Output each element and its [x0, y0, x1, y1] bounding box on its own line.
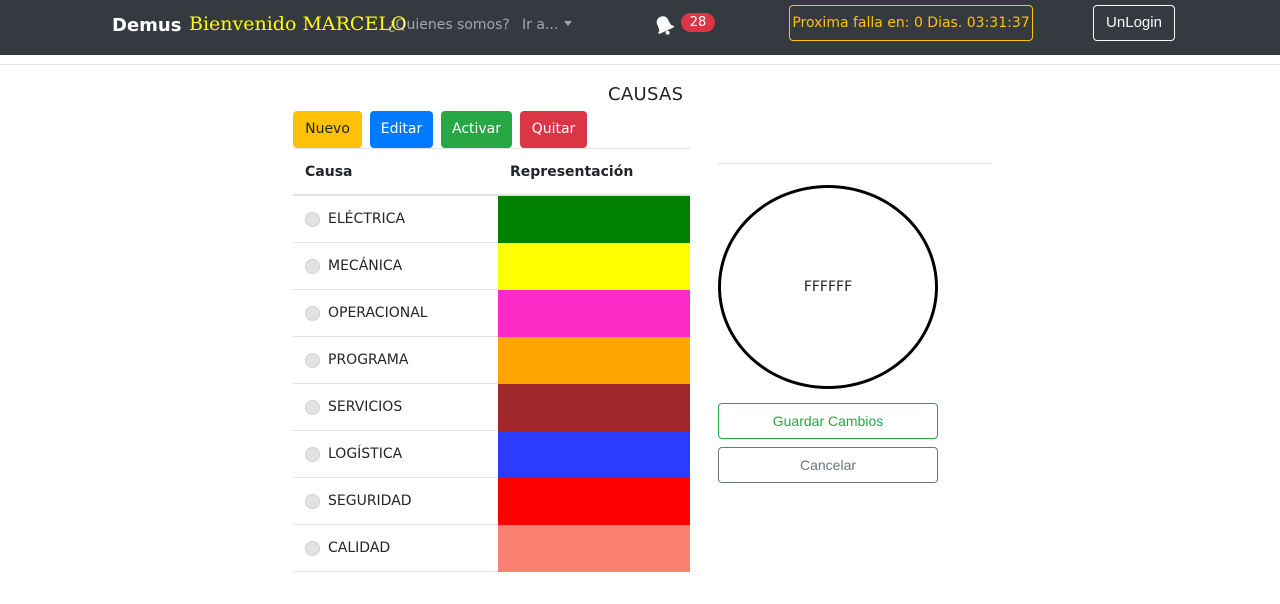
new-button[interactable]: Nuevo [293, 111, 362, 148]
goto-dropdown-label: Ir a... [522, 17, 559, 33]
about-link[interactable]: ¿Quienes somos? [388, 17, 510, 33]
column-header-representation: Representación [510, 164, 634, 180]
cause-name: PROGRAMA [328, 352, 409, 368]
cause-name: SERVICIOS [328, 399, 403, 415]
activate-button[interactable]: Activar [441, 111, 512, 148]
table-row[interactable]: SEGURIDAD [293, 478, 690, 525]
save-changes-button[interactable]: Guardar Cambios [718, 403, 938, 439]
table-row[interactable]: CALIDAD [293, 525, 690, 572]
table-row[interactable]: MECÁNICA [293, 243, 690, 290]
row-radio[interactable] [305, 353, 320, 368]
goto-dropdown[interactable]: Ir a... [522, 17, 573, 33]
remove-button[interactable]: Quitar [520, 111, 587, 148]
table-row[interactable]: OPERACIONAL [293, 290, 690, 337]
row-radio[interactable] [305, 494, 320, 509]
table-header: Causa Representación [293, 148, 690, 196]
table-row[interactable]: LOGÍSTICA [293, 431, 690, 478]
table-row[interactable]: PROGRAMA [293, 337, 690, 384]
color-swatch [498, 243, 690, 290]
color-swatch [498, 525, 690, 572]
cause-name: OPERACIONAL [328, 305, 428, 321]
header-divider [0, 64, 1280, 65]
color-swatch [498, 290, 690, 337]
bell-icon[interactable] [651, 12, 677, 38]
cause-name: LOGÍSTICA [328, 446, 403, 462]
cause-name: SEGURIDAD [328, 493, 412, 509]
row-radio[interactable] [305, 212, 320, 227]
table-row[interactable]: SERVICIOS [293, 384, 690, 431]
color-swatch [498, 431, 690, 478]
cause-name: ELÉCTRICA [328, 211, 406, 227]
panel-divider [718, 163, 992, 164]
welcome-message: Bienvenido MARCELO [189, 13, 407, 35]
cause-name: CALIDAD [328, 540, 391, 556]
color-swatch [498, 384, 690, 431]
row-radio[interactable] [305, 306, 320, 321]
next-failure-countdown: Proxima falla en: 0 Dias. 03:31:37 [789, 5, 1033, 41]
logout-button[interactable]: UnLogin [1093, 5, 1175, 41]
color-swatch [498, 196, 690, 243]
caret-down-icon [564, 21, 573, 26]
color-preview-circle[interactable]: FFFFFF [718, 185, 938, 389]
color-swatch [498, 478, 690, 525]
edit-button[interactable]: Editar [370, 111, 433, 148]
brand-logo[interactable]: Demus [112, 15, 181, 36]
top-navbar: Demus Bienvenido MARCELO ¿Quienes somos?… [0, 0, 1280, 55]
row-radio[interactable] [305, 400, 320, 415]
row-radio[interactable] [305, 541, 320, 556]
cancel-button[interactable]: Cancelar [718, 447, 938, 483]
causes-table: Causa Representación ELÉCTRICA MECÁNICA … [293, 148, 690, 572]
row-radio[interactable] [305, 259, 320, 274]
notification-count-badge: 28 [681, 13, 715, 32]
cause-name: MECÁNICA [328, 258, 403, 274]
table-row[interactable]: ELÉCTRICA [293, 196, 690, 243]
row-radio[interactable] [305, 447, 320, 462]
color-swatch [498, 337, 690, 384]
page-title: CAUSAS [608, 84, 684, 105]
column-header-cause: Causa [305, 164, 353, 180]
color-code-label: FFFFFF [803, 279, 853, 295]
